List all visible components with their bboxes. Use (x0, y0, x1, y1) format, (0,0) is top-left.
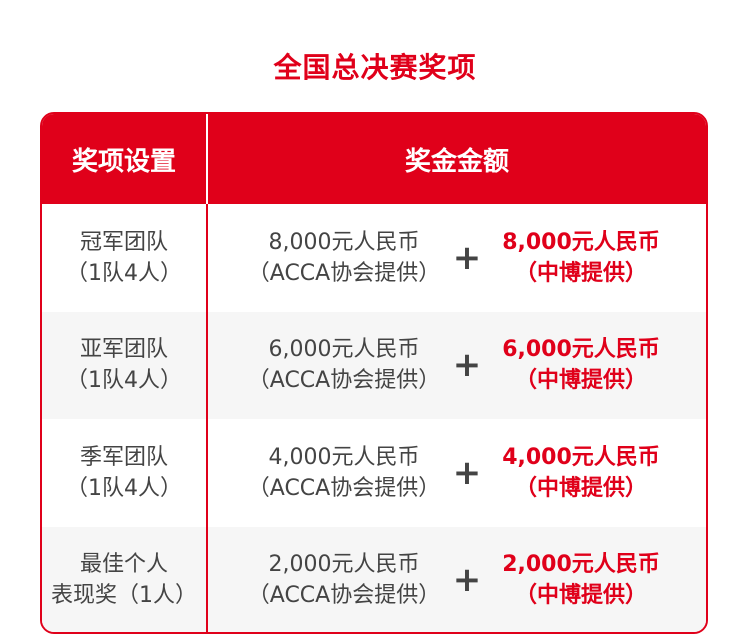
acca-prize: 4,000元人民币 （ACCA协会提供） (244, 442, 444, 504)
award-team-size: （1队4人） (66, 475, 182, 501)
zhongbo-provider: （中博提供） (514, 475, 647, 501)
zhongbo-amount: 6,000元人民币 (502, 337, 660, 363)
award-name: 季军团队 (79, 444, 168, 470)
zhongbo-amount: 2,000元人民币 (502, 552, 660, 578)
award-cell: 最佳个人 表现奖（1人） (42, 527, 206, 633)
plus-sign: + (452, 237, 482, 278)
plus-sign: + (452, 345, 482, 386)
table-row: 最佳个人 表现奖（1人） 2,000元人民币 （ACCA协会提供） + 2,00… (42, 526, 706, 633)
acca-provider: （ACCA协会提供） (247, 260, 441, 286)
acca-prize: 2,000元人民币 （ACCA协会提供） (244, 549, 444, 611)
acca-amount: 4,000元人民币 (268, 444, 420, 470)
acca-amount: 6,000元人民币 (268, 337, 420, 363)
acca-provider: （ACCA协会提供） (247, 475, 441, 501)
zhongbo-provider: （中博提供） (514, 260, 647, 286)
zhongbo-prize: 2,000元人民币 （中博提供） (486, 549, 676, 611)
acca-prize: 8,000元人民币 （ACCA协会提供） (244, 227, 444, 289)
zhongbo-amount: 8,000元人民币 (502, 229, 660, 255)
amount-cell: 8,000元人民币 （ACCA协会提供） + 8,000元人民币 （中博提供） (208, 204, 706, 312)
table-row: 季军团队 （1队4人） 4,000元人民币 （ACCA协会提供） + 4,000… (42, 419, 706, 527)
acca-amount: 2,000元人民币 (268, 552, 420, 578)
award-name: 最佳个人 (79, 552, 168, 578)
table-row: 冠军团队 （1队4人） 8,000元人民币 （ACCA协会提供） + 8,000… (42, 204, 706, 312)
plus-sign: + (452, 560, 482, 601)
award-team-size: 表现奖（1人） (51, 583, 197, 609)
zhongbo-provider: （中博提供） (514, 583, 647, 609)
header-award-setting: 奖项设置 (71, 146, 176, 177)
zhongbo-prize: 8,000元人民币 （中博提供） (486, 227, 676, 289)
award-cell: 亚军团队 （1队4人） (42, 312, 206, 420)
amount-cell: 4,000元人民币 （ACCA协会提供） + 4,000元人民币 （中博提供） (208, 419, 706, 527)
zhongbo-provider: （中博提供） (514, 368, 647, 394)
acca-provider: （ACCA协会提供） (247, 368, 441, 394)
award-cell: 季军团队 （1队4人） (42, 419, 206, 527)
award-team-size: （1队4人） (66, 368, 182, 394)
acca-provider: （ACCA协会提供） (247, 583, 441, 609)
acca-amount: 8,000元人民币 (268, 229, 420, 255)
amount-cell: 6,000元人民币 （ACCA协会提供） + 6,000元人民币 （中博提供） (208, 312, 706, 420)
header-prize-amount: 奖金金额 (404, 146, 509, 177)
acca-prize: 6,000元人民币 （ACCA协会提供） (244, 334, 444, 396)
award-team-size: （1队4人） (66, 260, 182, 286)
plus-sign: + (452, 452, 482, 493)
table-row: 亚军团队 （1队4人） 6,000元人民币 （ACCA协会提供） + 6,000… (42, 311, 706, 420)
zhongbo-amount: 4,000元人民币 (502, 444, 660, 470)
zhongbo-prize: 4,000元人民币 （中博提供） (486, 442, 676, 504)
table-header: 奖项设置 奖金金额 (42, 114, 706, 204)
award-cell: 冠军团队 （1队4人） (42, 204, 206, 312)
awards-table: 奖项设置 奖金金额 冠军团队 （1队4人） 8,000元人民币 （ACCA协会提… (40, 112, 708, 634)
page-title: 全国总决赛奖项 (273, 51, 477, 84)
award-name: 冠军团队 (79, 229, 168, 255)
award-name: 亚军团队 (79, 337, 168, 363)
amount-cell: 2,000元人民币 （ACCA协会提供） + 2,000元人民币 （中博提供） (208, 527, 706, 633)
zhongbo-prize: 6,000元人民币 （中博提供） (486, 334, 676, 396)
